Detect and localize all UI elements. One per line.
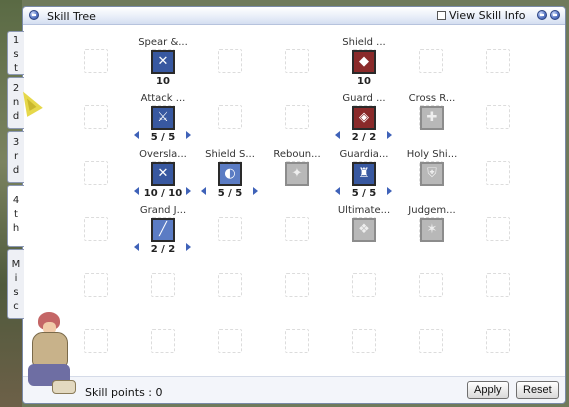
tab-4th[interactable]: 4th [7, 185, 24, 247]
empty-skill-slot [84, 49, 108, 73]
guard-icon[interactable]: ◈ [352, 106, 376, 130]
shield-icon[interactable]: ◆ [352, 50, 376, 74]
guardian-icon[interactable]: ♜ [352, 162, 376, 186]
empty-skill-slot [486, 217, 510, 241]
minimize-icon[interactable] [537, 10, 547, 20]
empty-skill-slot [151, 273, 175, 297]
empty-skill-slot [151, 329, 175, 353]
apply-button[interactable]: Apply [467, 381, 509, 399]
increase-level-icon[interactable] [253, 187, 258, 195]
empty-skill-slot [218, 49, 242, 73]
empty-skill-slot [419, 49, 443, 73]
overslash-icon[interactable]: ✕ [151, 162, 175, 186]
holy-shield-icon[interactable]: ⛨ [420, 162, 444, 186]
empty-skill-slot [84, 161, 108, 185]
cross-icon[interactable]: ✚ [420, 106, 444, 130]
empty-skill-slot [84, 217, 108, 241]
empty-skill-slot [419, 329, 443, 353]
empty-skill-slot [352, 329, 376, 353]
increase-level-icon[interactable] [186, 131, 191, 139]
empty-skill-slot [285, 105, 309, 129]
skill-points-label: Skill points : 0 [85, 386, 163, 399]
empty-skill-slot [218, 105, 242, 129]
increase-level-icon[interactable] [186, 243, 191, 251]
increase-level-icon[interactable] [186, 187, 191, 195]
empty-skill-slot [218, 273, 242, 297]
increase-level-icon[interactable] [387, 131, 392, 139]
reset-button[interactable]: Reset [516, 381, 559, 399]
empty-skill-slot [84, 273, 108, 297]
title-bar[interactable]: Skill Tree View Skill Info [23, 7, 565, 25]
empty-skill-slot [84, 329, 108, 353]
empty-skill-slot [486, 329, 510, 353]
tab-misc[interactable]: Misc [7, 249, 24, 319]
empty-skill-slot [352, 273, 376, 297]
tab-1st[interactable]: 1st [7, 31, 24, 75]
empty-skill-slot [486, 273, 510, 297]
empty-skill-slot [84, 105, 108, 129]
empty-skill-slot [218, 217, 242, 241]
empty-skill-slot [218, 329, 242, 353]
increase-level-icon[interactable] [387, 187, 392, 195]
empty-skill-slot [285, 217, 309, 241]
view-skill-info-label: View Skill Info [449, 9, 526, 22]
window-menu-icon[interactable] [29, 10, 39, 20]
character-avatar [22, 312, 78, 396]
tab-3rd[interactable]: 3rd [7, 131, 24, 183]
empty-skill-slot [486, 49, 510, 73]
attack-icon[interactable]: ⚔ [151, 106, 175, 130]
checkbox-icon[interactable] [437, 11, 446, 20]
close-icon[interactable] [550, 10, 560, 20]
judgement-icon[interactable]: ✶ [420, 218, 444, 242]
window-title: Skill Tree [47, 10, 96, 23]
spear-icon[interactable]: ✕ [151, 50, 175, 74]
empty-skill-slot [486, 105, 510, 129]
ultimate-icon[interactable]: ❖ [352, 218, 376, 242]
view-skill-info-toggle[interactable]: View Skill Info [437, 9, 525, 22]
empty-skill-slot [285, 273, 309, 297]
empty-skill-slot [486, 161, 510, 185]
rebound-icon[interactable]: ✦ [285, 162, 309, 186]
grand-judgement-icon[interactable]: ╱ [151, 218, 175, 242]
empty-skill-slot [419, 273, 443, 297]
empty-skill-slot [285, 329, 309, 353]
bottom-bar: Skill points : 0 Apply Reset [23, 376, 565, 403]
skill-tree-window: Skill Tree View Skill Info 1st 2nd 3rd 4… [7, 6, 566, 404]
shield-spell-icon[interactable]: ◐ [218, 162, 242, 186]
empty-skill-slot [285, 49, 309, 73]
